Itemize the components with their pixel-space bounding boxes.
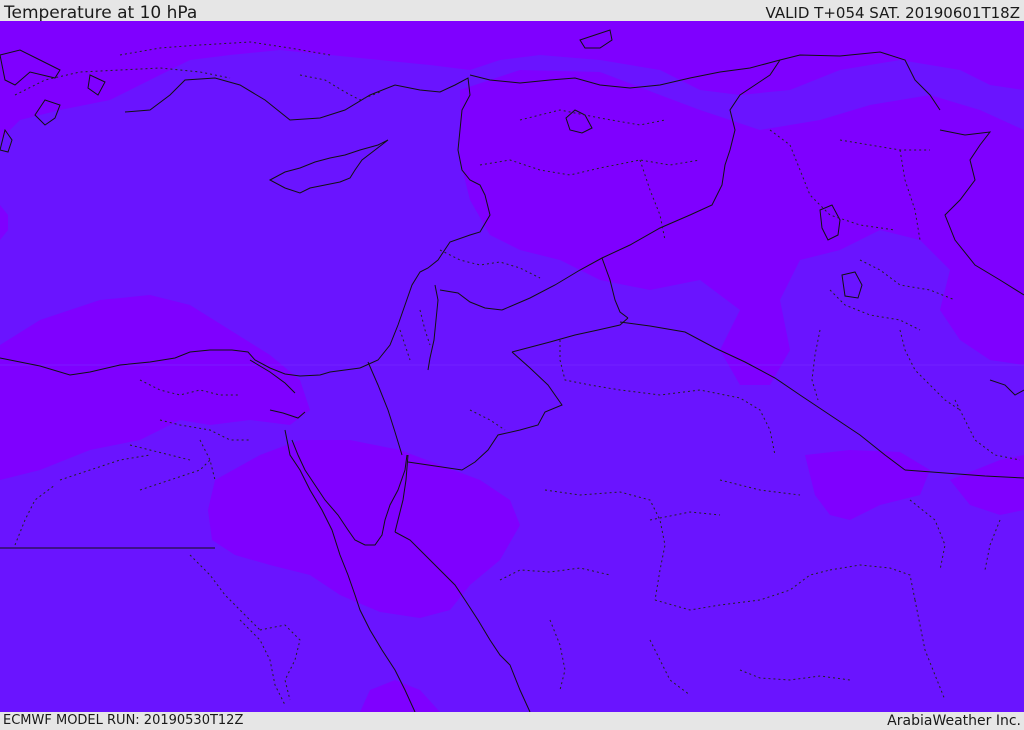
- model-run-label: ECMWF MODEL RUN: 20190530T12Z: [3, 713, 244, 728]
- footer-bar: ECMWF MODEL RUN: 20190530T12Z ArabiaWeat…: [0, 712, 1024, 729]
- credit-label: ArabiaWeather Inc.: [887, 713, 1021, 729]
- valid-time: VALID T+054 SAT. 20190601T18Z: [765, 4, 1020, 22]
- map-title: Temperature at 10 hPa: [4, 3, 198, 23]
- weather-map[interactable]: [0, 21, 1024, 712]
- header-bar: Temperature at 10 hPa VALID T+054 SAT. 2…: [0, 0, 1024, 23]
